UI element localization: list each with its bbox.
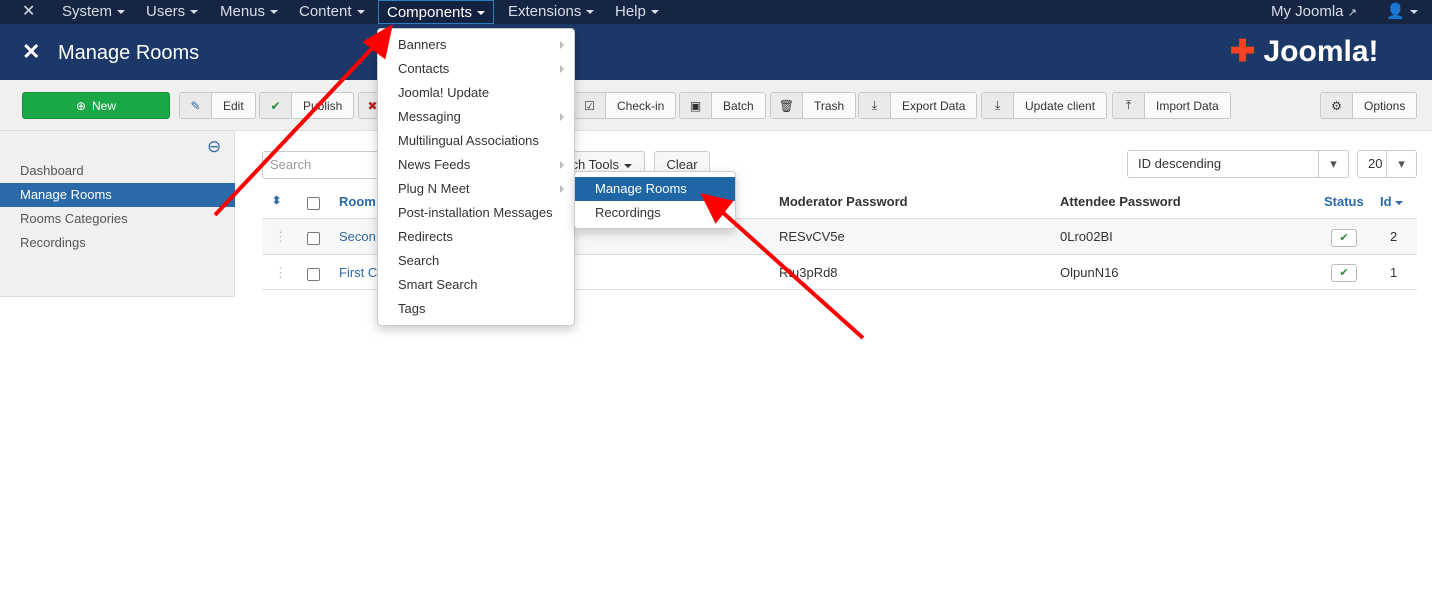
drag-handle-icon[interactable]: ⋮ bbox=[274, 265, 287, 281]
export-data-button[interactable]: ⤓ Export Data bbox=[858, 92, 978, 119]
sidebar-item-manage-rooms[interactable]: Manage Rooms bbox=[0, 183, 235, 207]
column-moderator-password: Moderator Password bbox=[779, 194, 908, 209]
update-client-button[interactable]: ⤓ Update client bbox=[981, 92, 1108, 119]
joomla-brand-logo: ✚ Joomla! bbox=[1230, 35, 1379, 68]
options-button[interactable]: ⚙ Options bbox=[1320, 92, 1418, 119]
attendee-password: 0Lro02BI bbox=[1060, 229, 1113, 244]
search-input[interactable]: Search bbox=[262, 151, 392, 179]
upload-icon: ⤒ bbox=[1113, 93, 1145, 118]
attendee-password: OlpunN16 bbox=[1060, 265, 1119, 280]
sidebar-item-rooms-categories[interactable]: Rooms Categories bbox=[0, 207, 235, 231]
publish-button[interactable]: ✔ Publish bbox=[259, 92, 355, 119]
collapse-sidebar-icon[interactable]: ⊖ bbox=[207, 137, 221, 157]
nav-extensions[interactable]: Extensions bbox=[508, 0, 595, 24]
nav-system[interactable]: System bbox=[62, 0, 126, 24]
chevron-down-icon: ▾ bbox=[1386, 151, 1416, 177]
plug-n-meet-submenu: Manage Rooms Recordings bbox=[574, 171, 736, 229]
menu-item-joomla-update[interactable]: Joomla! Update bbox=[378, 81, 574, 105]
nav-help[interactable]: Help bbox=[615, 0, 659, 24]
menu-item-messaging[interactable]: Messaging bbox=[378, 105, 574, 129]
limit-select[interactable]: 20 ▾ bbox=[1357, 150, 1417, 178]
chevron-right-icon bbox=[560, 161, 564, 169]
checkin-button[interactable]: ☑ Check-in bbox=[573, 92, 677, 119]
moderator-password: Rtu3pRd8 bbox=[779, 265, 838, 280]
submenu-item-manage-rooms[interactable]: Manage Rooms bbox=[575, 177, 735, 201]
new-button[interactable]: ⊕ New bbox=[22, 92, 170, 119]
drag-handle-icon[interactable]: ⋮ bbox=[274, 229, 287, 245]
column-status[interactable]: Status bbox=[1324, 194, 1364, 209]
my-joomla-link[interactable]: My Joomla ↗ bbox=[1271, 0, 1357, 24]
room-name-link[interactable]: First C bbox=[339, 265, 377, 280]
menu-item-plug-n-meet[interactable]: Plug N Meet bbox=[378, 177, 574, 201]
menu-item-news-feeds[interactable]: News Feeds bbox=[378, 153, 574, 177]
column-attendee-password: Attendee Password bbox=[1060, 194, 1181, 209]
row-checkbox[interactable] bbox=[307, 232, 320, 245]
download-icon: ⤓ bbox=[859, 93, 891, 118]
sidebar-item-dashboard[interactable]: Dashboard bbox=[0, 159, 235, 183]
page-header: ✕ Manage Rooms ✚ Joomla! bbox=[0, 24, 1432, 80]
chevron-right-icon bbox=[560, 41, 564, 49]
select-all-checkbox[interactable] bbox=[307, 197, 320, 210]
nav-components[interactable]: Components bbox=[378, 0, 495, 24]
submenu-item-recordings[interactable]: Recordings bbox=[575, 201, 735, 225]
chevron-right-icon bbox=[560, 185, 564, 193]
download-icon: ⤓ bbox=[982, 93, 1014, 118]
user-menu[interactable]: 👤 bbox=[1386, 0, 1418, 24]
joomla-logo-icon: ✕ bbox=[22, 39, 41, 64]
top-navbar: ✕ System Users Menus Content Components … bbox=[0, 0, 1432, 24]
user-icon: 👤 bbox=[1386, 3, 1405, 20]
status-toggle[interactable]: ✔ bbox=[1331, 264, 1357, 282]
nav-menus[interactable]: Menus bbox=[220, 0, 279, 24]
menu-item-redirects[interactable]: Redirects bbox=[378, 225, 574, 249]
menu-item-contacts[interactable]: Contacts bbox=[378, 57, 574, 81]
nav-content[interactable]: Content bbox=[299, 0, 365, 24]
plus-circle-icon: ⊕ bbox=[75, 98, 87, 113]
menu-item-multilingual-associations[interactable]: Multilingual Associations bbox=[378, 129, 574, 153]
checkbox-icon: ☑ bbox=[574, 93, 606, 118]
nav-users[interactable]: Users bbox=[146, 0, 199, 24]
chevron-right-icon bbox=[560, 113, 564, 121]
sort-icon[interactable]: ⬍ bbox=[272, 194, 281, 207]
sidebar-item-recordings[interactable]: Recordings bbox=[0, 231, 235, 255]
import-data-button[interactable]: ⤒ Import Data bbox=[1112, 92, 1231, 119]
room-name-link[interactable]: Secon bbox=[339, 229, 376, 244]
toolbar: ⊕ New ✎ Edit ✔ Publish ✖ ☑ Check-in ▣ Batch 🗑… bbox=[0, 80, 1432, 131]
menu-item-tags[interactable]: Tags bbox=[378, 297, 574, 321]
menu-item-banners[interactable]: Banners bbox=[378, 33, 574, 57]
gear-icon: ⚙ bbox=[1321, 93, 1353, 118]
row-id: 2 bbox=[1390, 229, 1398, 244]
page-title: Manage Rooms bbox=[58, 42, 200, 64]
external-link-icon: ↗ bbox=[1347, 7, 1357, 19]
column-room[interactable]: Room bbox=[339, 194, 376, 209]
batch-icon: ▣ bbox=[680, 93, 712, 118]
edit-button[interactable]: ✎ Edit bbox=[179, 92, 256, 119]
joomla-logo-icon[interactable]: ✕ bbox=[22, 0, 35, 24]
check-icon: ✔ bbox=[260, 93, 292, 118]
edit-icon: ✎ bbox=[180, 93, 212, 118]
row-checkbox[interactable] bbox=[307, 268, 320, 281]
ordering-select[interactable]: ID descending ▾ bbox=[1127, 150, 1349, 178]
status-toggle[interactable]: ✔ bbox=[1331, 229, 1357, 247]
chevron-down-icon: ▾ bbox=[1318, 151, 1348, 177]
menu-item-smart-search[interactable]: Smart Search bbox=[378, 273, 574, 297]
trash-icon: 🗑 bbox=[771, 93, 803, 118]
row-id: 1 bbox=[1390, 265, 1398, 280]
check-icon: ✔ bbox=[1339, 267, 1349, 279]
components-dropdown-menu: Banners Contacts Joomla! Update Messaging Mu… bbox=[377, 28, 575, 326]
check-icon: ✔ bbox=[1339, 232, 1349, 244]
column-id[interactable]: Id bbox=[1380, 194, 1403, 209]
batch-button[interactable]: ▣ Batch bbox=[679, 92, 766, 119]
menu-item-search[interactable]: Search bbox=[378, 249, 574, 273]
menu-item-post-installation-messages[interactable]: Post-installation Messages bbox=[378, 201, 574, 225]
trash-button[interactable]: 🗑 Trash bbox=[770, 92, 857, 119]
chevron-right-icon bbox=[560, 65, 564, 73]
moderator-password: RESvCV5e bbox=[779, 229, 845, 244]
sidebar: ⊖ Dashboard Manage Rooms Rooms Categorie… bbox=[0, 131, 235, 297]
